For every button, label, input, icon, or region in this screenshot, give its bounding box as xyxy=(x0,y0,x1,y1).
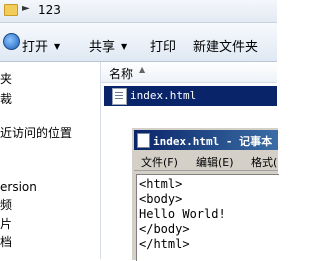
nav-item[interactable]: 裁 xyxy=(0,90,12,107)
address-path[interactable]: 123 xyxy=(38,3,61,17)
menu-format[interactable]: 格式( xyxy=(251,154,277,170)
nav-item[interactable]: 档 xyxy=(0,233,12,250)
nav-item[interactable]: ersion xyxy=(0,180,37,194)
nav-item[interactable]: 夹 xyxy=(0,70,12,87)
file-row-index-html[interactable]: index.html xyxy=(104,86,277,106)
menu-file[interactable]: 文件(F) xyxy=(141,154,178,170)
notepad-menu-bar: 文件(F) 编辑(E) 格式( xyxy=(134,151,278,171)
print-button[interactable]: 打印 xyxy=(150,36,176,55)
text-line: </body> xyxy=(139,222,190,236)
nav-item[interactable]: 片 xyxy=(0,215,12,232)
chevron-down-icon[interactable]: ▼ xyxy=(121,42,127,51)
text-line: <html> xyxy=(139,177,183,191)
folder-icon xyxy=(4,4,18,16)
share-button[interactable]: 共享 ▼ xyxy=(89,36,127,55)
html-file-icon xyxy=(112,88,127,105)
notepad-icon xyxy=(137,133,150,148)
open-button[interactable]: 打开 ▼ xyxy=(22,36,60,55)
column-name-header[interactable]: 名称 xyxy=(109,65,133,82)
menu-edit[interactable]: 编辑(E) xyxy=(196,154,234,170)
notepad-window: index.html - 记事本 文件(F) 编辑(E) 格式( <html> … xyxy=(131,127,279,261)
new-folder-button[interactable]: 新建文件夹 xyxy=(193,36,258,55)
notepad-text-area[interactable]: <html> <body> Hello World! </body> </htm… xyxy=(136,174,279,261)
text-line: Hello World! xyxy=(139,207,226,221)
open-label: 打开 xyxy=(22,40,49,55)
nav-item[interactable]: 频 xyxy=(0,196,12,213)
text-line: </html> xyxy=(139,237,190,251)
chevron-down-icon[interactable]: ▼ xyxy=(54,42,60,51)
address-bar[interactable]: ► 123 xyxy=(0,0,277,23)
toolbar: 打开 ▼ 共享 ▼ 打印 新建文件夹 xyxy=(0,23,277,62)
notepad-title: index.html - 记事本 xyxy=(153,135,273,148)
notepad-title-bar[interactable]: index.html - 记事本 xyxy=(134,130,278,150)
file-name[interactable]: index.html xyxy=(130,89,196,102)
chevron-right-icon[interactable]: ► xyxy=(22,3,30,14)
text-line: <body> xyxy=(139,192,183,206)
nav-item-recent-places[interactable]: 近访问的位置 xyxy=(0,124,72,141)
share-label: 共享 xyxy=(89,40,116,55)
sort-up-icon: ▲ xyxy=(139,65,146,74)
column-header: 名称 ▲ xyxy=(101,62,277,83)
navigation-pane: 夹 裁 近访问的位置 ersion 频 片 档 xyxy=(0,62,101,259)
open-icon[interactable] xyxy=(3,33,20,50)
